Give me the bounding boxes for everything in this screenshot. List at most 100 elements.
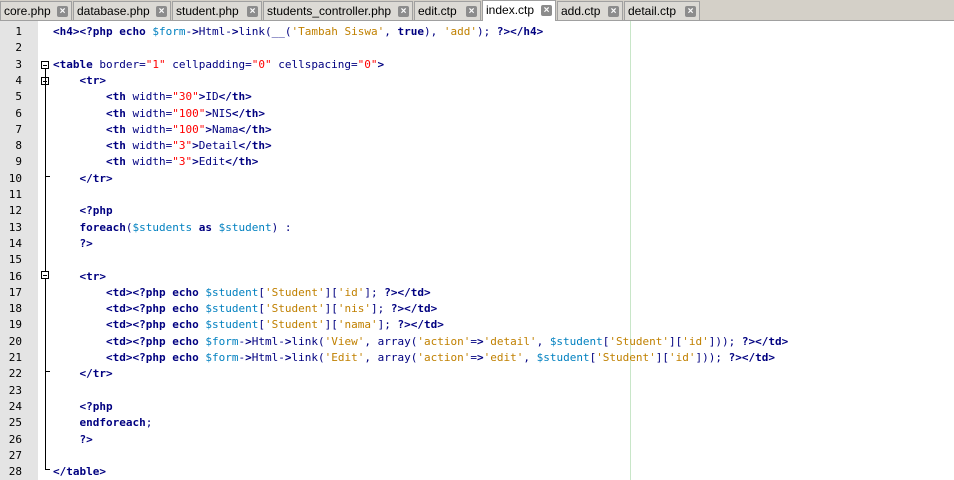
code-line[interactable]: 28 </table> [0,464,954,480]
line-number: 15 [8,253,22,267]
line-number: 1 [15,25,22,38]
tab-label: students_controller.php [267,4,392,18]
code-text[interactable]: foreach($students as $student) : [53,220,292,236]
line-number: 11 [8,188,22,201]
tab-core-php[interactable]: core.php × [0,1,72,20]
code-text[interactable]: <td><?php echo $form->Html->link('Edit',… [53,350,775,366]
code-text[interactable]: <th width="100">NIS</th> [53,106,265,122]
code-text[interactable]: <table border="1" cellpadding="0" cellsp… [53,57,384,73]
line-number: 24 [8,399,22,413]
code-text[interactable]: <td><?php echo $student['Student']['nis'… [53,301,437,317]
code-text[interactable]: ?> [53,236,93,252]
code-text[interactable]: <td><?php echo $form->Html->link('View',… [53,334,788,350]
close-icon[interactable]: × [685,6,696,17]
line-number: 28 [8,465,22,479]
code-line[interactable]: 7 <th width="100">Nama</th> [0,122,954,138]
tab-label: add.ctp [561,4,601,18]
code-line[interactable]: 19 <td><?php echo $student['Student']['n… [0,317,954,333]
code-line[interactable]: 2 [0,40,954,56]
code-text[interactable]: <td><?php echo $student['Student']['nama… [53,317,444,333]
code-text[interactable]: <th width="100">Nama</th> [53,122,272,138]
code-text[interactable]: <?php [53,203,113,219]
tab-detail-ctp[interactable]: detail.ctp × [624,1,700,20]
line-number: 9 [15,155,22,169]
close-icon[interactable]: × [247,6,258,17]
code-line[interactable]: 26 ?> [0,432,954,448]
line-number: 5 [15,90,22,104]
code-line[interactable]: 22 </tr> [0,366,954,382]
line-number: 14 [8,236,22,250]
tab-students-controller-php[interactable]: students_controller.php × [263,1,413,20]
code-text[interactable]: <th width="30">ID</th> [53,89,252,105]
line-number: 4 [15,73,22,87]
code-text[interactable]: </tr> [53,171,113,187]
code-text[interactable]: ?> [53,432,93,448]
code-line[interactable]: 1 <h4><?php echo $form->Html->link(__('Ta… [0,24,954,40]
close-icon[interactable]: × [398,6,409,17]
code-line[interactable]: 17 <td><?php echo $student['Student']['i… [0,285,954,301]
tab-student-php[interactable]: student.php × [172,1,262,20]
code-line[interactable]: 5 <th width="30">ID</th> [0,89,954,105]
line-number: 3 [15,57,22,71]
close-icon[interactable]: × [57,6,68,17]
code-line[interactable]: 3 <table border="1" cellpadding="0" cells… [0,57,954,73]
code-line[interactable]: 23 [0,383,954,399]
tab-edit-ctp[interactable]: edit.ctp × [414,1,481,20]
code-text[interactable]: <td><?php echo $student['Student']['id']… [53,285,431,301]
code-editor[interactable]: 1 <h4><?php echo $form->Html->link(__('Ta… [0,21,954,480]
line-number: 20 [8,334,22,348]
line-number: 10 [8,171,22,185]
close-icon[interactable]: × [156,6,167,17]
code-line[interactable]: 10 </tr> [0,171,954,187]
code-line[interactable]: 15 [0,252,954,268]
line-number: 23 [8,383,22,397]
close-icon[interactable]: × [608,6,619,17]
code-text[interactable]: <h4><?php echo $form->Html->link(__('Tam… [53,24,543,40]
line-number: 8 [15,139,22,153]
code-line[interactable]: 14 ?> [0,236,954,252]
code-line[interactable]: 9 <th width="3">Edit</th> [0,154,954,170]
code-line[interactable]: 13 foreach($students as $student) : [0,220,954,236]
tab-label: database.php [77,4,150,18]
code-line[interactable]: 4 <tr> [0,73,954,89]
tab-index-ctp[interactable]: index.ctp × [482,0,556,21]
code-text[interactable]: <?php [53,399,113,415]
line-number: 17 [8,285,22,299]
code-line[interactable]: 6 <th width="100">NIS</th> [0,106,954,122]
tab-label: edit.ctp [418,4,457,18]
close-icon[interactable]: × [541,5,552,16]
tab-label: index.ctp [486,3,535,17]
code-line[interactable]: 8 <th width="3">Detail</th> [0,138,954,154]
code-line[interactable]: 16 <tr> [0,269,954,285]
code-line[interactable]: 18 <td><?php echo $student['Student']['n… [0,301,954,317]
line-number: 13 [8,220,22,234]
code-text[interactable]: <tr> [53,73,107,89]
line-number: 27 [8,448,22,462]
close-icon[interactable]: × [466,6,477,17]
line-number: 7 [15,122,22,136]
code-line[interactable]: 11 [0,187,954,203]
code-line[interactable]: 20 <td><?php echo $form->Html->link('Vie… [0,334,954,350]
code-line[interactable]: 27 [0,448,954,464]
code-text[interactable]: <th width="3">Edit</th> [53,154,258,170]
code-line[interactable]: 25 endforeach; [0,415,954,431]
code-text[interactable]: <th width="3">Detail</th> [53,138,272,154]
tab-bar: core.php × database.php × student.php × … [0,0,954,21]
line-number: 6 [15,106,22,120]
code-line[interactable]: 21 <td><?php echo $form->Html->link('Edi… [0,350,954,366]
tab-database-php[interactable]: database.php × [73,1,171,20]
line-number: 12 [8,204,22,218]
tab-add-ctp[interactable]: add.ctp × [557,1,623,20]
code-text[interactable]: </table> [53,464,106,480]
line-number: 21 [8,351,22,364]
line-number: 16 [8,269,22,283]
tab-label: detail.ctp [628,4,677,18]
code-line[interactable]: 24 <?php [0,399,954,415]
line-number: 18 [8,302,22,316]
code-line[interactable]: 12 <?php [0,203,954,219]
code-text[interactable]: </tr> [53,366,113,382]
code-text[interactable]: endforeach; [53,415,153,431]
line-number: 26 [8,432,22,446]
code-text[interactable]: <tr> [53,269,107,285]
line-number: 2 [15,41,22,55]
